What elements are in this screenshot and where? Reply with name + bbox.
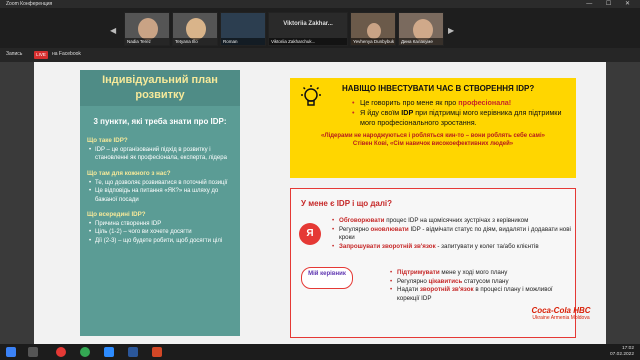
participant-tile[interactable]: Дина Калакуме <box>398 12 444 46</box>
company-logo: Coca-Cola HBC Ukraine Armenia Moldova <box>516 306 606 338</box>
box-title: У мене є IDP і що далі? <box>301 199 393 208</box>
section-item: Дії (2-3) – що будете робити, щоб досягт… <box>87 237 233 246</box>
idp-panel: Індивідуальний план розвитку 3 пункти, я… <box>80 70 240 336</box>
manager-list: Підтримувати мене у ході мого плану Регу… <box>389 269 571 303</box>
section-item: Причина створення IDP <box>87 220 233 229</box>
manager-badge: Мій керівник <box>301 267 353 289</box>
participant-tile[interactable]: Tetyana Illo <box>172 12 218 46</box>
word-icon[interactable] <box>128 347 138 357</box>
explorer-icon[interactable] <box>28 347 38 357</box>
live-badge: LIVE <box>34 51 48 59</box>
me-badge: Я <box>299 223 321 245</box>
recording-bar: Запись LIVE на Facebook <box>0 48 640 62</box>
section-heading: Що всередині IDP? <box>87 211 146 219</box>
panel-title: Індивідуальний план розвитку <box>80 70 240 106</box>
participant-name: Yevhenya Dunbybuk <box>351 38 395 45</box>
box-title: НАВІЩО ІНВЕСТУВАТИ ЧАС В СТВОРЕННЯ IDP? <box>342 84 535 93</box>
participant-name: Viktoriia Zakharchuk... <box>269 38 347 45</box>
clock-date: 07.02.2022 <box>609 352 634 357</box>
quote-text: «Лідерами не народжуються і робляться ки… <box>321 133 545 139</box>
participant-tile[interactable]: Yevhenya Dunbybuk <box>350 12 396 46</box>
list-item: Підтримувати мене у ході мого плану <box>389 269 571 278</box>
panel-subtitle: 3 пункти, які треба знати про IDP: <box>93 117 227 126</box>
section-item: Це відповідь на питання «ЯК?» на шляху д… <box>87 187 233 204</box>
list-item: Регулярно оновлювати IDP - відмічати ста… <box>331 226 571 243</box>
lightbulb-icon <box>301 85 321 106</box>
participant-name: Nadia Terez <box>125 38 169 45</box>
windows-taskbar: 17:02 07.02.2022 <box>0 344 640 360</box>
participant-strip: ◀ Nadia Terez Tetyana Illo Roman Viktori… <box>0 8 640 48</box>
box-bullet: Я йду своїм IDP при підтримці мого керів… <box>352 108 568 128</box>
list-item: Обговорювати процес IDP на щомісячних зу… <box>331 217 571 226</box>
participant-tile[interactable]: Nadia Terez <box>124 12 170 46</box>
active-speaker-tile[interactable]: Viktoriia Zakhar... Viktoriia Zakharchuk.… <box>268 12 348 46</box>
participant-name: Дина Калакуме <box>399 38 443 45</box>
window-titlebar: Zoom Конференция — ☐ ✕ <box>0 0 640 8</box>
me-list: Обговорювати процес IDP на щомісячних зу… <box>331 217 571 251</box>
shared-slide: Індивідуальний план розвитку 3 пункти, я… <box>34 62 606 344</box>
list-item: Запрошувати зворотній зв'язок - запитува… <box>331 243 571 252</box>
taskbar-clock[interactable]: 17:02 07.02.2022 <box>610 346 634 358</box>
list-item: Надати зворотній зв'язок в процесі плану… <box>389 286 571 303</box>
opera-icon[interactable] <box>56 347 66 357</box>
speaker-label: Viktoriia Zakhar... <box>283 21 333 27</box>
record-label[interactable]: Запись <box>6 51 22 57</box>
section-item: Те, що дозволяє розвиватися в поточній п… <box>87 179 233 188</box>
quote-author: Стівен Кові, «Сім навичок високоефективн… <box>352 141 514 147</box>
brand-region: Ukraine Armenia Moldova <box>532 315 590 321</box>
powerpoint-icon[interactable] <box>152 347 162 357</box>
window-title: Zoom Конференция <box>6 1 53 7</box>
participant-tile[interactable]: Roman <box>220 12 266 46</box>
participant-video <box>138 18 158 40</box>
zoom-icon[interactable] <box>104 347 114 357</box>
brand-name: Coca-Cola HBC <box>531 306 591 315</box>
start-icon[interactable] <box>6 347 16 357</box>
why-invest-box: НАВІЩО ІНВЕСТУВАТИ ЧАС В СТВОРЕННЯ IDP? … <box>290 78 576 178</box>
section-item: Ціль (1-2) – чого ви хочете досягти <box>87 228 233 237</box>
participant-name: Roman <box>221 38 265 45</box>
participant-video <box>186 18 206 40</box>
section-heading: Що таке IDP? <box>87 137 128 144</box>
window-controls[interactable]: — ☐ ✕ <box>586 0 636 8</box>
facebook-label[interactable]: на Facebook <box>52 51 81 57</box>
participant-name: Tetyana Illo <box>173 38 217 45</box>
chrome-icon[interactable] <box>80 347 90 357</box>
prev-arrow-icon[interactable]: ◀ <box>110 26 116 35</box>
section-heading: Що там для кожного з нас? <box>87 169 171 177</box>
participant-video <box>367 23 381 39</box>
section-item: IDP – це організований підхід в розвитку… <box>87 146 233 163</box>
box-bullet: Це говорить про мене як про професіонала… <box>352 98 568 108</box>
next-arrow-icon[interactable]: ▶ <box>448 26 454 35</box>
list-item: Регулярно цікавитись статусом плану <box>389 278 571 287</box>
